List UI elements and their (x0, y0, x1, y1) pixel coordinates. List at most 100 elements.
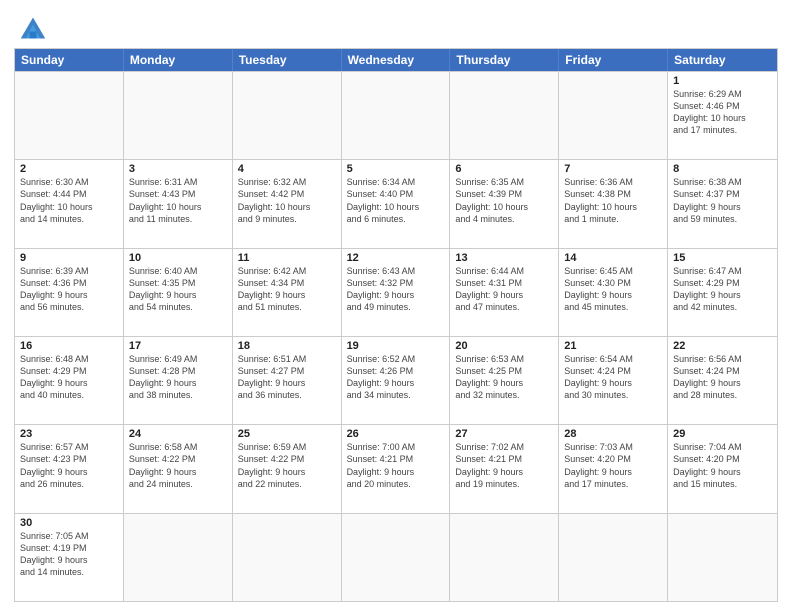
calendar-body: 1Sunrise: 6:29 AM Sunset: 4:46 PM Daylig… (15, 71, 777, 601)
calendar-cell: 15Sunrise: 6:47 AM Sunset: 4:29 PM Dayli… (668, 249, 777, 336)
day-number: 28 (564, 428, 662, 440)
day-number: 30 (20, 517, 118, 529)
calendar-cell: 26Sunrise: 7:00 AM Sunset: 4:21 PM Dayli… (342, 425, 451, 512)
day-number: 11 (238, 252, 336, 264)
day-number: 29 (673, 428, 772, 440)
calendar-cell: 13Sunrise: 6:44 AM Sunset: 4:31 PM Dayli… (450, 249, 559, 336)
calendar-cell (450, 514, 559, 601)
calendar-header: SundayMondayTuesdayWednesdayThursdayFrid… (15, 49, 777, 71)
day-number: 19 (347, 340, 445, 352)
day-number: 2 (20, 163, 118, 175)
day-number: 9 (20, 252, 118, 264)
weekday-header: Saturday (668, 49, 777, 71)
calendar-cell (233, 514, 342, 601)
day-info: Sunrise: 6:38 AM Sunset: 4:37 PM Dayligh… (673, 176, 772, 225)
day-number: 3 (129, 163, 227, 175)
day-number: 21 (564, 340, 662, 352)
day-info: Sunrise: 7:04 AM Sunset: 4:20 PM Dayligh… (673, 441, 772, 490)
calendar-cell: 20Sunrise: 6:53 AM Sunset: 4:25 PM Dayli… (450, 337, 559, 424)
day-number: 10 (129, 252, 227, 264)
day-info: Sunrise: 6:29 AM Sunset: 4:46 PM Dayligh… (673, 88, 772, 137)
calendar-cell: 24Sunrise: 6:58 AM Sunset: 4:22 PM Dayli… (124, 425, 233, 512)
day-info: Sunrise: 7:02 AM Sunset: 4:21 PM Dayligh… (455, 441, 553, 490)
weekday-header: Thursday (450, 49, 559, 71)
day-info: Sunrise: 7:00 AM Sunset: 4:21 PM Dayligh… (347, 441, 445, 490)
day-number: 13 (455, 252, 553, 264)
calendar-cell: 12Sunrise: 6:43 AM Sunset: 4:32 PM Dayli… (342, 249, 451, 336)
day-info: Sunrise: 6:32 AM Sunset: 4:42 PM Dayligh… (238, 176, 336, 225)
calendar-cell: 16Sunrise: 6:48 AM Sunset: 4:29 PM Dayli… (15, 337, 124, 424)
calendar-cell (124, 514, 233, 601)
calendar-cell: 10Sunrise: 6:40 AM Sunset: 4:35 PM Dayli… (124, 249, 233, 336)
calendar-row: 16Sunrise: 6:48 AM Sunset: 4:29 PM Dayli… (15, 336, 777, 424)
day-info: Sunrise: 7:03 AM Sunset: 4:20 PM Dayligh… (564, 441, 662, 490)
day-number: 4 (238, 163, 336, 175)
calendar-cell: 18Sunrise: 6:51 AM Sunset: 4:27 PM Dayli… (233, 337, 342, 424)
day-info: Sunrise: 6:45 AM Sunset: 4:30 PM Dayligh… (564, 265, 662, 314)
page: SundayMondayTuesdayWednesdayThursdayFrid… (0, 0, 792, 612)
calendar-cell: 28Sunrise: 7:03 AM Sunset: 4:20 PM Dayli… (559, 425, 668, 512)
calendar-cell (233, 72, 342, 159)
day-number: 16 (20, 340, 118, 352)
calendar-row: 1Sunrise: 6:29 AM Sunset: 4:46 PM Daylig… (15, 71, 777, 159)
calendar-cell (124, 72, 233, 159)
day-number: 17 (129, 340, 227, 352)
calendar-cell: 23Sunrise: 6:57 AM Sunset: 4:23 PM Dayli… (15, 425, 124, 512)
day-info: Sunrise: 7:05 AM Sunset: 4:19 PM Dayligh… (20, 530, 118, 579)
day-info: Sunrise: 6:51 AM Sunset: 4:27 PM Dayligh… (238, 353, 336, 402)
day-info: Sunrise: 6:35 AM Sunset: 4:39 PM Dayligh… (455, 176, 553, 225)
calendar-cell: 22Sunrise: 6:56 AM Sunset: 4:24 PM Dayli… (668, 337, 777, 424)
day-info: Sunrise: 6:54 AM Sunset: 4:24 PM Dayligh… (564, 353, 662, 402)
calendar-cell: 29Sunrise: 7:04 AM Sunset: 4:20 PM Dayli… (668, 425, 777, 512)
calendar-cell: 19Sunrise: 6:52 AM Sunset: 4:26 PM Dayli… (342, 337, 451, 424)
weekday-header: Friday (559, 49, 668, 71)
weekday-header: Tuesday (233, 49, 342, 71)
logo (14, 14, 49, 42)
day-number: 5 (347, 163, 445, 175)
calendar-row: 30Sunrise: 7:05 AM Sunset: 4:19 PM Dayli… (15, 513, 777, 601)
day-info: Sunrise: 6:52 AM Sunset: 4:26 PM Dayligh… (347, 353, 445, 402)
day-info: Sunrise: 6:39 AM Sunset: 4:36 PM Dayligh… (20, 265, 118, 314)
day-number: 22 (673, 340, 772, 352)
day-info: Sunrise: 6:49 AM Sunset: 4:28 PM Dayligh… (129, 353, 227, 402)
calendar-cell: 9Sunrise: 6:39 AM Sunset: 4:36 PM Daylig… (15, 249, 124, 336)
calendar-cell: 7Sunrise: 6:36 AM Sunset: 4:38 PM Daylig… (559, 160, 668, 247)
calendar-cell: 27Sunrise: 7:02 AM Sunset: 4:21 PM Dayli… (450, 425, 559, 512)
calendar-cell: 17Sunrise: 6:49 AM Sunset: 4:28 PM Dayli… (124, 337, 233, 424)
day-info: Sunrise: 6:58 AM Sunset: 4:22 PM Dayligh… (129, 441, 227, 490)
day-number: 18 (238, 340, 336, 352)
calendar-cell: 4Sunrise: 6:32 AM Sunset: 4:42 PM Daylig… (233, 160, 342, 247)
calendar-cell (559, 72, 668, 159)
day-info: Sunrise: 6:43 AM Sunset: 4:32 PM Dayligh… (347, 265, 445, 314)
day-number: 24 (129, 428, 227, 440)
day-info: Sunrise: 6:59 AM Sunset: 4:22 PM Dayligh… (238, 441, 336, 490)
header (14, 10, 778, 42)
calendar-row: 9Sunrise: 6:39 AM Sunset: 4:36 PM Daylig… (15, 248, 777, 336)
calendar-cell: 14Sunrise: 6:45 AM Sunset: 4:30 PM Dayli… (559, 249, 668, 336)
day-number: 12 (347, 252, 445, 264)
calendar-cell (342, 514, 451, 601)
day-number: 20 (455, 340, 553, 352)
weekday-header: Sunday (15, 49, 124, 71)
day-info: Sunrise: 6:57 AM Sunset: 4:23 PM Dayligh… (20, 441, 118, 490)
calendar-cell: 21Sunrise: 6:54 AM Sunset: 4:24 PM Dayli… (559, 337, 668, 424)
day-info: Sunrise: 6:44 AM Sunset: 4:31 PM Dayligh… (455, 265, 553, 314)
weekday-header: Wednesday (342, 49, 451, 71)
day-number: 23 (20, 428, 118, 440)
calendar-cell: 2Sunrise: 6:30 AM Sunset: 4:44 PM Daylig… (15, 160, 124, 247)
day-info: Sunrise: 6:40 AM Sunset: 4:35 PM Dayligh… (129, 265, 227, 314)
day-number: 7 (564, 163, 662, 175)
day-number: 14 (564, 252, 662, 264)
calendar-cell: 30Sunrise: 7:05 AM Sunset: 4:19 PM Dayli… (15, 514, 124, 601)
calendar-cell: 1Sunrise: 6:29 AM Sunset: 4:46 PM Daylig… (668, 72, 777, 159)
day-info: Sunrise: 6:47 AM Sunset: 4:29 PM Dayligh… (673, 265, 772, 314)
calendar-cell (668, 514, 777, 601)
day-number: 1 (673, 75, 772, 87)
day-info: Sunrise: 6:48 AM Sunset: 4:29 PM Dayligh… (20, 353, 118, 402)
day-info: Sunrise: 6:53 AM Sunset: 4:25 PM Dayligh… (455, 353, 553, 402)
day-info: Sunrise: 6:34 AM Sunset: 4:40 PM Dayligh… (347, 176, 445, 225)
day-info: Sunrise: 6:56 AM Sunset: 4:24 PM Dayligh… (673, 353, 772, 402)
calendar-cell (450, 72, 559, 159)
weekday-header: Monday (124, 49, 233, 71)
day-info: Sunrise: 6:42 AM Sunset: 4:34 PM Dayligh… (238, 265, 336, 314)
